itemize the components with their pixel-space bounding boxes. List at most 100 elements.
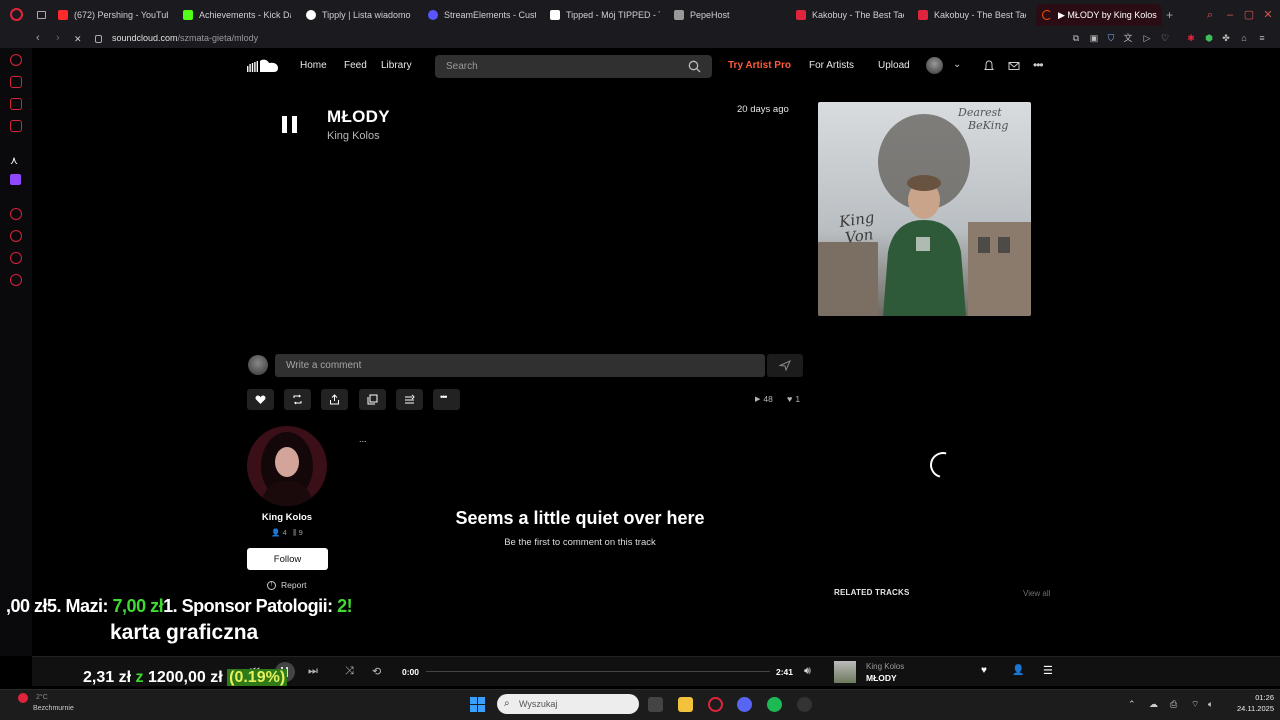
tab-kakobuy-2[interactable]: Kakobuy - The Best Tao (918, 4, 1026, 26)
task-view-icon[interactable] (648, 697, 663, 712)
opera-ext-icon[interactable]: ✱ (1186, 33, 1196, 43)
minimize-icon[interactable]: – (1223, 8, 1237, 22)
forward-icon[interactable]: › (56, 32, 60, 44)
weather-icon[interactable] (18, 693, 28, 703)
player-track-title[interactable]: MŁODY (866, 673, 897, 683)
follow-button[interactable]: Follow (247, 548, 328, 570)
weather-text[interactable]: Bezchmurnie (33, 705, 74, 712)
tray-app-icon[interactable]: ☁ (1149, 699, 1158, 710)
sidebar-instagram-icon[interactable] (10, 120, 22, 132)
nav-feed[interactable]: Feed (344, 60, 367, 71)
opera-logo-icon[interactable] (10, 8, 23, 21)
tab-soundcloud-active[interactable]: ▶ MŁODY by King Kolos (1036, 4, 1162, 26)
like-button[interactable] (247, 389, 274, 410)
add-to-playlist-button[interactable] (396, 389, 423, 410)
new-tab-icon[interactable]: + (1166, 8, 1173, 22)
taskbar-clock[interactable]: 01:26 24.11.2025 (1226, 692, 1274, 714)
comment-input[interactable] (275, 354, 745, 377)
artist-more-icon[interactable]: ... (359, 434, 367, 444)
chevron-down-icon[interactable]: ⌄ (953, 59, 961, 70)
lock-icon[interactable] (95, 35, 102, 43)
maximize-icon[interactable]: ▢ (1242, 8, 1256, 22)
spotify-icon[interactable] (767, 697, 782, 712)
nav-library[interactable]: Library (381, 60, 412, 71)
artist-name-link[interactable]: King Kolos (247, 512, 327, 523)
search-tabs-icon[interactable]: ⌕ (1203, 8, 1217, 22)
sidebar-chat-icon[interactable] (10, 98, 22, 110)
user-avatar[interactable] (926, 57, 943, 74)
player-artist-link[interactable]: King Kolos (866, 662, 904, 671)
close-icon[interactable]: ✕ (1261, 8, 1275, 22)
repost-button[interactable] (284, 389, 311, 410)
upload-link[interactable]: Upload (878, 60, 910, 71)
nav-home[interactable]: Home (300, 60, 327, 71)
sidebar-settings-icon[interactable] (10, 274, 22, 286)
translate-icon[interactable]: 文 (1123, 33, 1133, 43)
tab-pepehost[interactable]: PepeHost (674, 4, 782, 26)
more-actions-button[interactable]: ••• (433, 389, 460, 410)
tab-streamelements[interactable]: StreamElements - Custo (428, 4, 536, 26)
player-icon[interactable]: ♡ (1160, 33, 1170, 43)
tray-chevron-icon[interactable]: ⌃ (1128, 699, 1136, 710)
tab-overview-icon[interactable] (37, 11, 46, 19)
bell-icon[interactable] (983, 60, 995, 72)
copy-link-button[interactable] (359, 389, 386, 410)
share-button[interactable] (321, 389, 348, 410)
volume-icon[interactable]: 🔊︎ (804, 665, 811, 678)
extension-icon[interactable]: ⧉ (1071, 33, 1081, 43)
send-icon[interactable]: ▷ (1142, 33, 1152, 43)
back-icon[interactable]: ‹ (36, 32, 40, 44)
app-icon[interactable] (797, 697, 812, 712)
track-artist-link[interactable]: King Kolos (327, 130, 380, 142)
send-comment-button[interactable] (767, 354, 803, 377)
related-view-all-link[interactable]: View all (1023, 589, 1050, 598)
soundcloud-logo-icon[interactable] (247, 58, 281, 74)
sidebar-extensions-icon[interactable] (10, 252, 22, 264)
queue-icon[interactable]: ☰ (1043, 664, 1053, 677)
puzzle-icon[interactable]: ✤ (1221, 33, 1231, 43)
tab-kakobuy-1[interactable]: Kakobuy - The Best Tao (796, 4, 904, 26)
reload-stop-icon[interactable]: ✕ (74, 34, 82, 45)
tab-tipped[interactable]: Tipped - Mój TIPPED - T (550, 4, 660, 26)
speaker-icon[interactable]: 🔈︎ (1208, 699, 1213, 710)
tray-device-icon[interactable]: ⎙ (1170, 699, 1177, 710)
sidebar-app-icon[interactable]: ⋏ (10, 154, 18, 167)
bookmark-icon[interactable]: ⌂ (1239, 33, 1249, 43)
player-follow-icon[interactable]: 👤 (1012, 665, 1024, 676)
followers-count[interactable]: 4 (283, 528, 287, 537)
player-cover-art[interactable] (834, 661, 856, 683)
snapshot-icon[interactable]: ▣ (1089, 33, 1099, 43)
next-icon[interactable]: ⏭ (308, 665, 318, 678)
discord-icon[interactable] (737, 697, 752, 712)
player-like-icon[interactable]: ♥ (981, 665, 987, 676)
tab-youtube[interactable]: (672) Pershing - YouTub (58, 4, 168, 26)
pause-button[interactable] (281, 116, 299, 134)
progress-bar[interactable] (426, 671, 770, 672)
adblock-icon[interactable]: ⬢ (1204, 33, 1214, 43)
menu-icon[interactable]: ≡ (1257, 33, 1267, 43)
windows-start-icon[interactable] (470, 697, 485, 712)
repeat-icon[interactable]: ⟲ (372, 665, 381, 678)
search-icon[interactable] (688, 60, 701, 73)
file-explorer-icon[interactable] (678, 697, 693, 712)
sidebar-history-icon[interactable] (10, 230, 22, 242)
sidebar-twitch-icon[interactable] (10, 174, 21, 185)
sidebar-player-icon[interactable] (10, 208, 22, 220)
taskbar-search-input[interactable] (497, 694, 627, 714)
opera-taskbar-icon[interactable] (708, 697, 723, 712)
sidebar-home-icon[interactable] (10, 54, 22, 66)
mail-icon[interactable] (1008, 60, 1020, 72)
search-input[interactable] (435, 55, 675, 78)
shuffle-icon[interactable]: ⤨ (345, 665, 354, 678)
sidebar-messenger-icon[interactable] (10, 76, 22, 88)
try-artist-pro-link[interactable]: Try Artist Pro (728, 60, 791, 71)
tab-kick[interactable]: Achievements - Kick Da (183, 4, 291, 26)
shield-icon[interactable]: ⛉ (1106, 33, 1116, 43)
more-menu-icon[interactable]: ••• (1033, 58, 1044, 72)
report-link[interactable]: ! Report (267, 580, 307, 590)
tab-tipply[interactable]: Tipply | Lista wiadomo (306, 4, 414, 26)
url-field[interactable]: soundcloud.com/szmata-gieta/mlody (112, 33, 258, 43)
wifi-icon[interactable]: ⌔ (1191, 699, 1199, 710)
for-artists-link[interactable]: For Artists (809, 60, 854, 71)
artist-avatar[interactable] (247, 426, 327, 506)
